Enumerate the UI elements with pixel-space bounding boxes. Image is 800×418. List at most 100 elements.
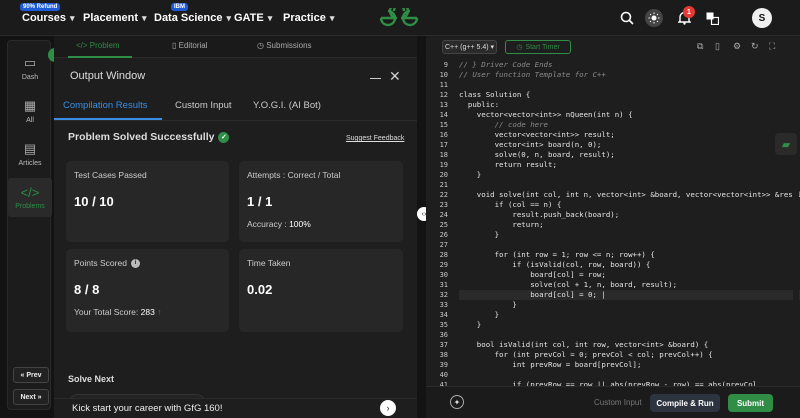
editor-toolbar: C++ (g++ 5.4) ▾ ◷ Start Timer ⧉ ▯ ⚙ ↻ ⛶: [426, 36, 800, 58]
reset-icon[interactable]: ↻: [751, 41, 759, 52]
sidebar-item-articles[interactable]: ▤ Articles: [8, 141, 52, 167]
code-line[interactable]: for (int row = 1; row <= n; row++) {: [459, 250, 655, 260]
code-line[interactable]: for (int prevCol = 0; prevCol < col; pre…: [459, 350, 713, 360]
sidebar-item-label: Articles: [18, 160, 42, 167]
notification-count-badge: 1: [683, 6, 695, 18]
prev-button[interactable]: « Prev: [13, 367, 49, 383]
lightbulb-icon[interactable]: ✦: [450, 395, 464, 409]
arrow-up-icon: ↑: [157, 307, 162, 317]
info-icon[interactable]: i: [130, 258, 140, 268]
code-line[interactable]: }: [459, 230, 499, 240]
editor-panel: C++ (g++ 5.4) ▾ ◷ Start Timer ⧉ ▯ ⚙ ↻ ⛶ 9…: [426, 36, 800, 418]
accuracy-label: Accuracy :: [247, 219, 287, 229]
code-line[interactable]: vector<vector<int>> nQueen(int n) {: [459, 110, 633, 120]
code-line[interactable]: void solve(int col, int n, vector<int> &…: [459, 190, 800, 200]
code-line[interactable]: // } Driver Code Ends: [459, 60, 552, 70]
language-select[interactable]: C++ (g++ 5.4) ▾: [442, 40, 497, 54]
code-line[interactable]: return result;: [459, 160, 557, 170]
nav-gate[interactable]: GATE ▾: [234, 12, 272, 24]
tab-custom-input[interactable]: Custom Input: [175, 100, 232, 111]
sidebar-item-problems[interactable]: </> Problems: [8, 178, 52, 217]
line-number: 27: [439, 241, 448, 249]
line-number: 9: [443, 61, 448, 69]
line-number: 18: [439, 151, 448, 159]
chevron-down-icon: ▾: [488, 44, 495, 51]
timer-label: Start Timer: [525, 43, 560, 51]
search-icon[interactable]: [619, 10, 635, 26]
code-line[interactable]: solve(0, n, board, result);: [459, 150, 615, 160]
line-number: 21: [439, 181, 448, 189]
code-line[interactable]: if (isValid(col, row, board)) {: [459, 260, 650, 270]
article-icon: ▤: [23, 141, 37, 156]
avatar[interactable]: S: [752, 8, 772, 28]
scrollbar[interactable]: [793, 80, 799, 386]
code-line[interactable]: // code here: [459, 120, 548, 130]
compile-run-button[interactable]: Compile & Run: [650, 394, 720, 412]
code-line[interactable]: int prevRow = board[prevCol];: [459, 360, 641, 370]
chat-icon[interactable]: ▰: [775, 133, 797, 155]
code-line[interactable]: if (col == n) {: [459, 200, 562, 210]
custom-input-toggle[interactable]: Custom Input: [594, 398, 642, 407]
problem-panel: </> Problem ▯ Editorial ◷ Submissions Ou…: [54, 36, 417, 418]
dashboard-icon: ▭: [23, 55, 37, 70]
code-line[interactable]: }: [459, 320, 481, 330]
total-score-label: Your Total Score:: [74, 307, 139, 317]
code-line[interactable]: public:: [459, 100, 499, 110]
tab-problem[interactable]: </> Problem: [76, 41, 120, 50]
translate-icon[interactable]: [704, 10, 720, 26]
nav-data-science[interactable]: Data Science ▾: [154, 12, 231, 24]
editor-bottom-bar: ✦ Custom Input Compile & Run Submit: [426, 386, 800, 418]
settings-icon[interactable]: ⚙: [733, 41, 741, 52]
code-line[interactable]: board[col] = 0; |: [459, 290, 606, 300]
code-line[interactable]: vector<int> board(n, 0);: [459, 140, 602, 150]
gfg-logo[interactable]: [378, 8, 420, 28]
output-window-title: Output Window: [70, 70, 146, 82]
clock-icon: ◷: [516, 44, 523, 51]
start-timer-button[interactable]: ◷ Start Timer: [505, 40, 571, 54]
test-cases-card: Test Cases Passed 10 / 10: [66, 161, 229, 242]
line-number: 33: [439, 301, 448, 309]
code-line[interactable]: // User function Template for C++: [459, 70, 606, 80]
code-line[interactable]: board[col] = row;: [459, 270, 606, 280]
code-line[interactable]: class Solution {: [459, 90, 530, 100]
subtab-divider: [54, 120, 417, 121]
chevron-right-icon[interactable]: ›: [380, 400, 396, 416]
line-number: 13: [439, 101, 448, 109]
code-line[interactable]: vector<vector<int>> result;: [459, 130, 615, 140]
time-card: Time Taken 0.02: [239, 249, 403, 332]
chevron-down-icon: ▾: [142, 12, 147, 23]
tab-compilation-results[interactable]: Compilation Results: [63, 100, 147, 111]
copy-icon[interactable]: ⧉: [697, 41, 703, 52]
next-button[interactable]: Next »: [13, 389, 49, 405]
tab-yogi-bot[interactable]: Y.O.G.I. (AI Bot): [253, 100, 321, 111]
top-navbar: 90% Refund Courses ▾ Placement ▾ IBM Data …: [0, 0, 800, 36]
theme-toggle-icon[interactable]: [645, 9, 663, 27]
nav-practice[interactable]: Practice ▾: [283, 12, 334, 24]
code-content[interactable]: // } Driver Code Ends// User function Te…: [459, 58, 800, 386]
panel-divider[interactable]: [418, 36, 426, 418]
nav-courses[interactable]: Courses ▾: [22, 12, 75, 24]
sidebar-item-dash[interactable]: ▭ Dash: [8, 55, 52, 81]
code-line[interactable]: }: [459, 300, 516, 310]
code-line[interactable]: }: [459, 170, 481, 180]
close-icon[interactable]: ✕: [389, 68, 401, 85]
code-line[interactable]: result.push_back(board);: [459, 210, 619, 220]
code-line[interactable]: bool isValid(int col, int row, vector<in…: [459, 340, 708, 350]
code-line[interactable]: return;: [459, 220, 543, 230]
tab-submissions[interactable]: ◷ Submissions: [257, 41, 312, 50]
code-editor[interactable]: 9 10 11 12 13 14 15 16 17 18 19 20 21 22 23 24 25 26 27 28 2…: [426, 58, 800, 386]
code-line[interactable]: solve(col + 1, n, board, result);: [459, 280, 677, 290]
output-window: Output Window ✕ Compilation Results Cust…: [54, 58, 417, 418]
line-number: 23: [439, 201, 448, 209]
minimize-icon[interactable]: [370, 78, 381, 79]
line-number: 26: [439, 231, 448, 239]
suggest-feedback-link[interactable]: Suggest Feedback: [346, 135, 404, 142]
code-line[interactable]: }: [459, 310, 499, 320]
sidebar-item-all[interactable]: ▦ All: [8, 98, 52, 124]
nav-placement[interactable]: Placement ▾: [83, 12, 147, 24]
accuracy-text: Accuracy : 100%: [247, 219, 311, 229]
fullscreen-icon[interactable]: ⛶: [769, 41, 775, 52]
submit-button[interactable]: Submit: [728, 394, 773, 412]
file-icon[interactable]: ▯: [715, 41, 720, 52]
tab-editorial[interactable]: ▯ Editorial: [172, 41, 208, 50]
